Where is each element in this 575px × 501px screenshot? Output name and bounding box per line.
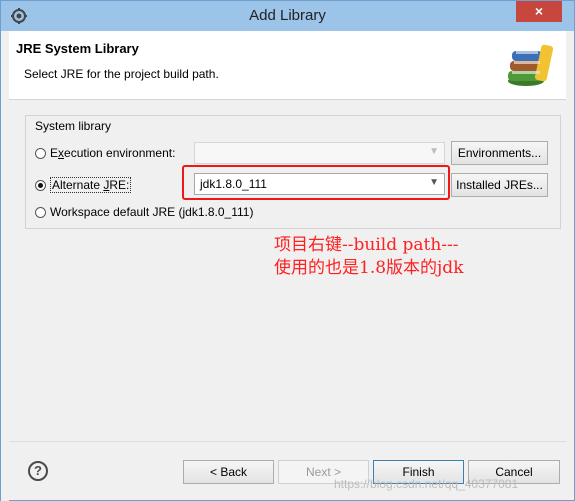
close-button[interactable]: × [516, 1, 562, 22]
watermark: https://blog.csdn.net/qq_40377081 [334, 477, 519, 491]
back-button[interactable]: < Back [183, 460, 274, 484]
alternate-jre-radio[interactable] [35, 179, 46, 191]
left-edge [1, 31, 9, 501]
title-bar[interactable]: Add Library × [1, 1, 574, 31]
group-label: System library [35, 119, 112, 133]
library-books-icon [508, 44, 554, 86]
execution-environment-label: Execution environment: [50, 146, 176, 160]
highlight-box [182, 165, 450, 200]
execution-environment-combo[interactable]: ▼ [194, 142, 445, 164]
window-title: Add Library [249, 7, 326, 24]
footer-separator [9, 441, 566, 442]
alternate-jre-label: Alternate JRE: [50, 177, 132, 193]
annotation-text: 项目右键--build path--- 使用的也是1.8版本的jdk [274, 235, 464, 278]
execution-environment-radio[interactable] [35, 147, 46, 159]
environments-button[interactable]: Environments... [451, 141, 548, 165]
workspace-default-label: Workspace default JRE (jdk1.8.0_111) [50, 205, 254, 219]
page-title: JRE System Library [16, 41, 139, 56]
page-description: Select JRE for the project build path. [24, 67, 219, 81]
execution-environment-option[interactable]: Execution environment: [35, 145, 175, 161]
help-icon[interactable]: ? [28, 461, 48, 481]
wizard-header: JRE System Library Select JRE for the pr… [9, 31, 566, 100]
installed-jres-button[interactable]: Installed JREs... [451, 173, 548, 197]
add-library-dialog: Add Library × JRE System Library Select … [0, 0, 575, 501]
chevron-down-icon: ▼ [429, 146, 439, 157]
workspace-default-option[interactable]: Workspace default JRE (jdk1.8.0_111) [35, 204, 253, 220]
alternate-jre-option[interactable]: Alternate JRE: [35, 177, 132, 193]
workspace-default-radio[interactable] [35, 206, 46, 218]
